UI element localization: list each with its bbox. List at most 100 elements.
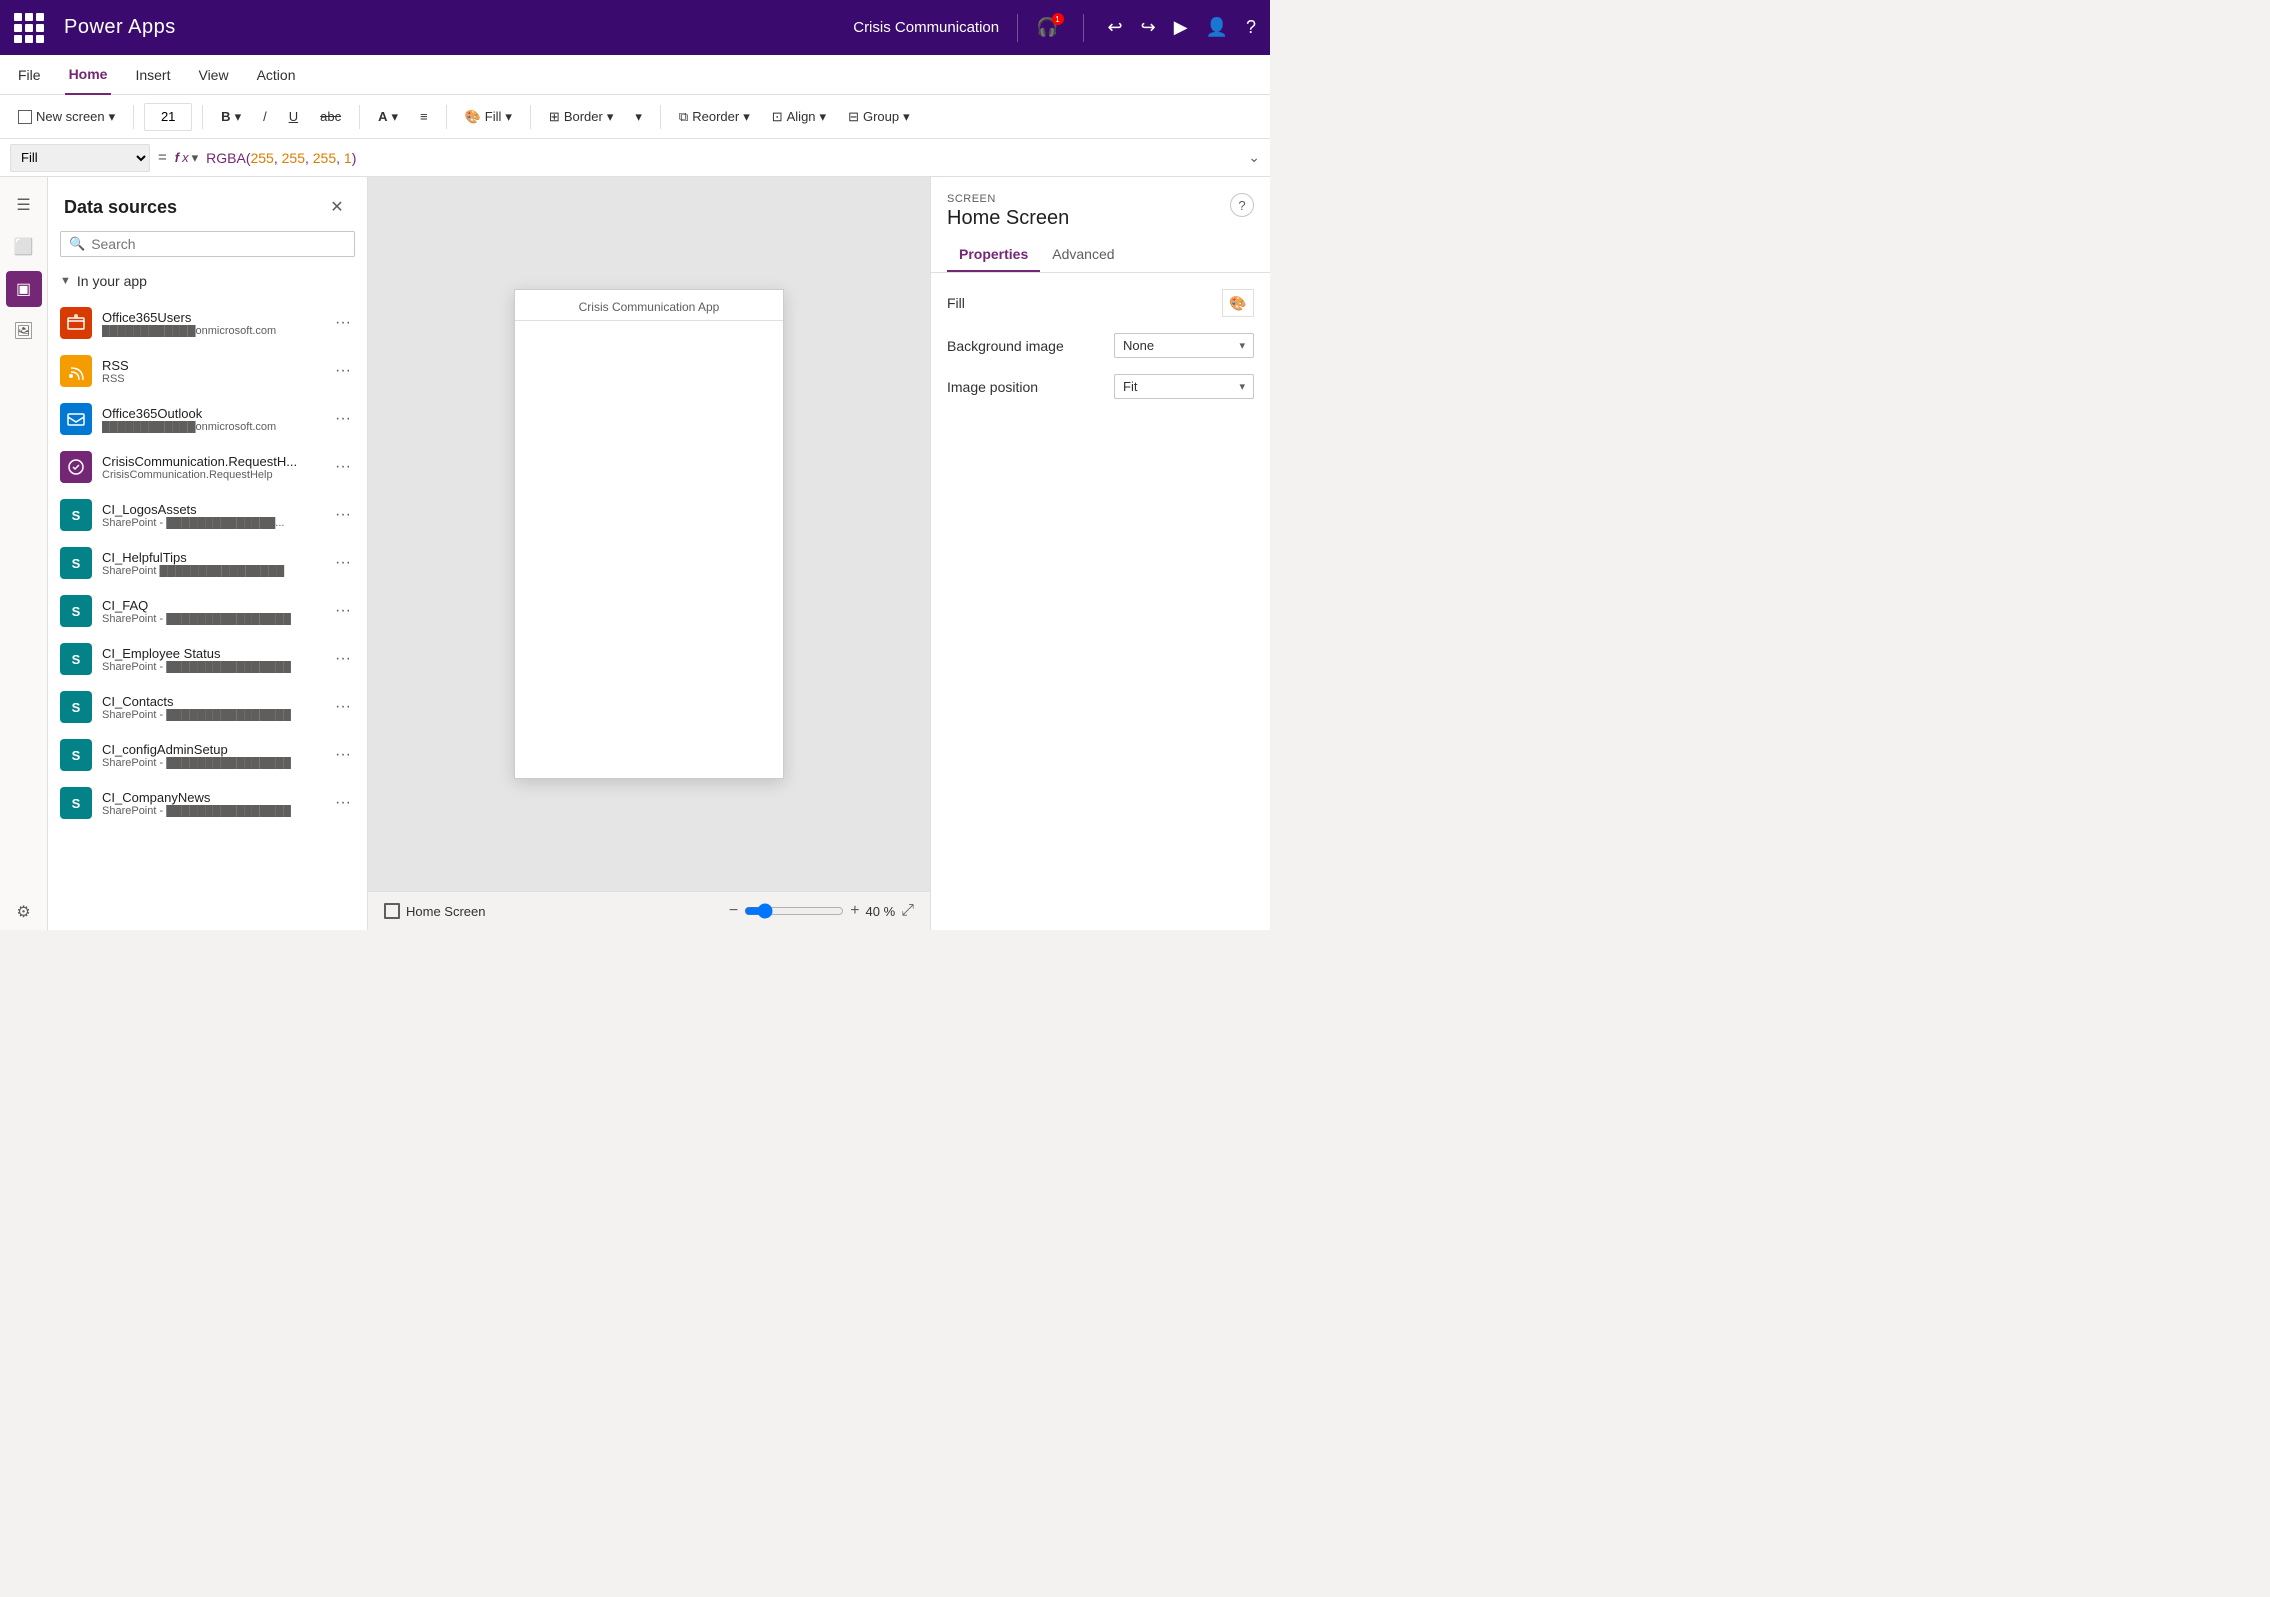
zoom-minus-button[interactable]: − <box>729 902 738 920</box>
toolbar-separator <box>133 105 134 129</box>
formula-expand-icon[interactable]: ⌄ <box>1248 149 1260 166</box>
prop-screen-info: SCREEN Home Screen <box>947 193 1069 230</box>
zoom-expand-icon[interactable]: ⤢ <box>901 902 914 920</box>
menu-action[interactable]: Action <box>253 55 300 95</box>
property-selector[interactable]: Fill <box>10 144 150 172</box>
new-screen-button[interactable]: New screen ▾ <box>10 105 123 129</box>
ds-name: CI_LogosAssets <box>102 502 321 517</box>
font-color-icon: A <box>378 109 387 124</box>
ds-more-button[interactable]: ··· <box>331 360 355 382</box>
panel-close-button[interactable]: ✕ <box>323 193 351 221</box>
menu-file[interactable]: File <box>14 55 45 95</box>
headset-icon[interactable]: 🎧 1 <box>1036 17 1058 38</box>
fill-paint-icon: 🎨 <box>465 109 481 125</box>
tab-properties[interactable]: Properties <box>947 238 1040 272</box>
formulabar: Fill = f x ▾ RGBA(255, 255, 255, 1) ⌄ <box>0 139 1270 177</box>
ds-more-button[interactable]: ··· <box>331 552 355 574</box>
strikethrough-button[interactable]: abc <box>312 105 349 128</box>
list-item[interactable]: S CI_HelpfulTips SharePoint ████████████… <box>48 539 367 587</box>
in-your-app-section[interactable]: ▼ In your app <box>48 267 367 295</box>
search-input[interactable] <box>91 236 346 252</box>
ds-name: CI_configAdminSetup <box>102 742 321 757</box>
ds-more-button[interactable]: ··· <box>331 744 355 766</box>
search-icon: 🔍 <box>69 236 85 252</box>
ds-sub: SharePoint - ████████████████ <box>102 661 321 673</box>
reorder-button[interactable]: ⧉ Reorder ▾ <box>671 105 758 129</box>
rss-info: RSS RSS <box>102 358 321 385</box>
list-item[interactable]: Office365Outlook ████████████onmicrosoft… <box>48 395 367 443</box>
sidebar-media-icon[interactable]: 🖼 <box>6 313 42 349</box>
formula-display[interactable]: RGBA(255, 255, 255, 1) <box>206 150 1240 166</box>
bold-button[interactable]: B ▾ <box>213 105 249 129</box>
dropdown-button[interactable]: ▾ <box>627 105 650 129</box>
image-position-dropdown[interactable]: Fit ▾ <box>1114 374 1254 399</box>
ds-more-button[interactable]: ··· <box>331 504 355 526</box>
prop-screen-name: Home Screen <box>947 207 1069 230</box>
datasource-list: Office365Users ████████████onmicrosoft.c… <box>48 295 367 930</box>
redo-icon[interactable]: ↪ <box>1141 17 1156 38</box>
slash-button[interactable]: / <box>255 105 275 128</box>
fx-button[interactable]: f x ▾ <box>175 150 198 166</box>
list-item[interactable]: S CI_CompanyNews SharePoint - ██████████… <box>48 779 367 827</box>
align-menu-button[interactable]: ⊡ Align ▾ <box>764 105 834 129</box>
image-position-label: Image position <box>947 379 1038 395</box>
align-button[interactable]: ≡ <box>412 105 436 128</box>
user-icon[interactable]: 👤 <box>1206 17 1228 38</box>
ds-name: CI_HelpfulTips <box>102 550 321 565</box>
help-button[interactable]: ? <box>1230 193 1254 217</box>
strikethrough-icon: abc <box>320 109 341 124</box>
background-image-dropdown[interactable]: None ▾ <box>1114 333 1254 358</box>
ds-more-button[interactable]: ··· <box>331 312 355 334</box>
underline-button[interactable]: U <box>281 105 306 128</box>
panel-title: Data sources <box>64 197 177 218</box>
ds-sub: SharePoint - ████████████████ <box>102 757 321 769</box>
menu-view[interactable]: View <box>194 55 232 95</box>
list-item[interactable]: S CI_Contacts SharePoint - █████████████… <box>48 683 367 731</box>
grid-icon[interactable] <box>14 13 44 43</box>
fill-button[interactable]: 🎨 Fill ▾ <box>457 105 520 129</box>
crisis-info: CrisisCommunication.RequestH... CrisisCo… <box>102 454 321 481</box>
office365users-icon <box>60 307 92 339</box>
list-item[interactable]: S CI_FAQ SharePoint - ████████████████ ·… <box>48 587 367 635</box>
fx-x-label: x <box>182 150 189 165</box>
list-item[interactable]: S CI_configAdminSetup SharePoint - █████… <box>48 731 367 779</box>
sidebar-menu-icon[interactable]: ☰ <box>6 187 42 223</box>
menu-insert[interactable]: Insert <box>131 55 174 95</box>
sp-companynews-icon: S <box>60 787 92 819</box>
equals-sign: = <box>158 149 167 166</box>
font-size-input[interactable] <box>144 103 192 131</box>
border-button[interactable]: ⊞ Border ▾ <box>541 105 621 129</box>
tab-advanced[interactable]: Advanced <box>1040 238 1126 272</box>
divider <box>1083 14 1084 42</box>
ds-more-button[interactable]: ··· <box>331 600 355 622</box>
ds-more-button[interactable]: ··· <box>331 696 355 718</box>
ds-more-button[interactable]: ··· <box>331 792 355 814</box>
list-item[interactable]: CrisisCommunication.RequestH... CrisisCo… <box>48 443 367 491</box>
help-icon[interactable]: ? <box>1246 17 1256 38</box>
notification-badge: 1 <box>1052 13 1064 25</box>
list-item[interactable]: S CI_LogosAssets SharePoint - ██████████… <box>48 491 367 539</box>
section-label: In your app <box>77 273 147 289</box>
zoom-plus-button[interactable]: + <box>850 902 859 920</box>
undo-icon[interactable]: ↩ <box>1108 17 1123 38</box>
ds-more-button[interactable]: ··· <box>331 408 355 430</box>
bold-icon: B <box>221 109 230 124</box>
ds-more-button[interactable]: ··· <box>331 648 355 670</box>
sidebar-data-icon[interactable]: ▣ <box>6 271 42 307</box>
menu-home[interactable]: Home <box>65 55 112 95</box>
zoom-slider[interactable] <box>744 903 844 919</box>
play-icon[interactable]: ▶ <box>1174 17 1188 38</box>
font-color-button[interactable]: A ▾ <box>370 105 406 129</box>
ds-more-button[interactable]: ··· <box>331 456 355 478</box>
phone-body[interactable] <box>515 321 783 778</box>
list-item[interactable]: S CI_Employee Status SharePoint - ██████… <box>48 635 367 683</box>
formula-comma3: , <box>336 150 344 166</box>
list-item[interactable]: RSS RSS ··· <box>48 347 367 395</box>
properties-panel: SCREEN Home Screen ? Properties Advanced… <box>930 177 1270 930</box>
fill-color-button[interactable]: 🎨 <box>1222 289 1254 317</box>
list-item[interactable]: Office365Users ████████████onmicrosoft.c… <box>48 299 367 347</box>
sidebar-screens-icon[interactable]: ⬜ <box>6 229 42 265</box>
sidebar-controls-icon[interactable]: ⚙ <box>6 894 42 930</box>
outlook-icon <box>60 403 92 435</box>
group-button[interactable]: ⊟ Group ▾ <box>840 105 918 129</box>
